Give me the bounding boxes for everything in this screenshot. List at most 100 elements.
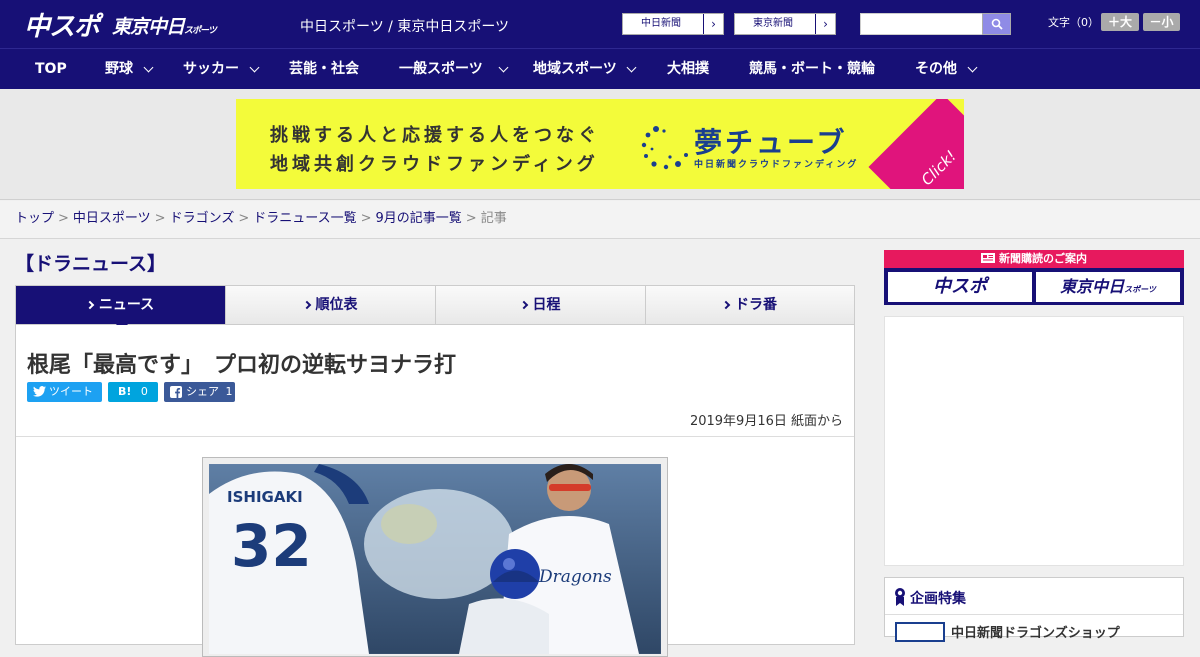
- divider: [16, 436, 854, 437]
- facebook-share-button[interactable]: シェア 1: [164, 382, 235, 402]
- nav-item-racing[interactable]: 競馬・ボート・競輪: [749, 49, 875, 89]
- article: 根尾「最高です」 プロ初の逆転サヨナラ打 ツイート B! 0 シェア 1 201…: [15, 325, 855, 657]
- breadcrumb-separator: >: [58, 211, 69, 226]
- tab-label: ドラ番: [735, 297, 777, 313]
- subscription-title: 新聞購読のご案内: [884, 250, 1184, 268]
- nav-label: 芸能・社会: [289, 61, 359, 77]
- breadcrumb-separator: >: [360, 211, 372, 226]
- breadcrumb-link-news-list[interactable]: ドラニュース一覧: [253, 211, 356, 226]
- tab-news[interactable]: ニュース: [16, 286, 226, 331]
- tweet-button[interactable]: ツイート: [27, 382, 102, 402]
- subscribe-tokyo-label: 東京中日: [1060, 277, 1125, 296]
- nav-item-top[interactable]: TOP: [35, 49, 67, 89]
- banner-line-1: 挑戦する人と応援する人をつなぐ: [270, 125, 600, 146]
- jersey-name: ISHIGAKI: [227, 488, 303, 506]
- chevron-right-icon: [85, 300, 95, 310]
- search-button[interactable]: [982, 13, 1011, 35]
- chunichi-shimbun-button[interactable]: 中日新聞 ›: [622, 13, 724, 35]
- breadcrumb-separator: >: [465, 211, 477, 226]
- font-larger-button[interactable]: ＋大: [1101, 13, 1139, 31]
- section-title: 【ドラニュース】: [15, 253, 167, 275]
- tab-label: 日程: [532, 297, 561, 313]
- breadcrumb-link-dragons[interactable]: ドラゴンズ: [170, 211, 235, 226]
- celebration-photo: Dragons ISHIGAKI 32: [209, 464, 661, 654]
- tab-standings[interactable]: 順位表: [226, 286, 436, 324]
- nav-item-general-sports[interactable]: 一般スポーツ: [399, 49, 514, 89]
- chevron-right-icon: ›: [703, 14, 723, 34]
- nav-label: その他: [915, 61, 957, 77]
- article-headline: 根尾「最高です」 プロ初の逆転サヨナラ打: [27, 353, 457, 378]
- font-smaller-button[interactable]: －小: [1143, 13, 1180, 31]
- tokyo-logo-small: スポーツ: [184, 26, 217, 36]
- nav-item-sumo[interactable]: 大相撲: [667, 49, 709, 89]
- feature-title: 企画特集: [910, 591, 966, 607]
- subscription-banner[interactable]: 新聞購読のご案内 中スポ 東京中日スポーツ: [884, 250, 1184, 305]
- nav-item-soccer[interactable]: サッカー: [183, 49, 263, 89]
- nav-label: 大相撲: [667, 61, 709, 77]
- subscribe-tokyo-small: スポーツ: [1124, 285, 1156, 294]
- jersey-number: 32: [231, 512, 312, 580]
- nav-label: サッカー: [183, 61, 239, 77]
- banner-logo: 夢チューブ: [694, 126, 848, 159]
- chevron-right-icon: [519, 300, 528, 310]
- facebook-share-count: 1: [225, 385, 233, 398]
- breadcrumb-link-chuspo[interactable]: 中日スポーツ: [73, 211, 151, 226]
- tokyo-shimbun-label: 東京新聞: [753, 18, 793, 29]
- tab-label: 順位表: [315, 297, 358, 313]
- top-header: 中スポ 東京中日スポーツ 中日スポーツ / 東京中日スポーツ 中日新聞 › 東京…: [0, 0, 1200, 48]
- chevron-down-icon: [498, 49, 510, 89]
- search-icon: [991, 18, 1003, 30]
- banner-area: 挑戦する人と応援する人をつなぐ 地域共創クラウドファンディング 夢チューブ 中日…: [0, 89, 1200, 200]
- nav-item-other[interactable]: その他: [915, 49, 981, 89]
- article-photo-frame: Dragons ISHIGAKI 32: [202, 457, 668, 657]
- feature-box: 企画特集 中日新聞ドラゴンズショップ: [884, 577, 1184, 642]
- banner-click-corner: [868, 99, 964, 189]
- tokyo-shimbun-button[interactable]: 東京新聞 ›: [734, 13, 836, 35]
- chevron-down-icon: [249, 49, 261, 89]
- sidebar-ad: [884, 316, 1184, 566]
- nav-label: TOP: [35, 61, 67, 77]
- nav-label: 地域スポーツ: [533, 61, 617, 77]
- hatena-bookmark-button[interactable]: B! 0: [108, 382, 158, 402]
- chuspo-logo[interactable]: 中スポ: [24, 6, 100, 43]
- dots-icon: [641, 126, 688, 170]
- divider: [885, 614, 1183, 615]
- breadcrumb-separator: >: [154, 211, 166, 226]
- twitter-icon: [33, 386, 46, 397]
- nav-item-regional-sports[interactable]: 地域スポーツ: [533, 49, 642, 89]
- tab-dora-ban[interactable]: ドラ番: [646, 286, 854, 324]
- chevron-down-icon: [143, 49, 155, 89]
- tokyo-logo-text: 東京中日: [112, 16, 185, 38]
- search-input[interactable]: [860, 13, 984, 35]
- subscribe-chuspo[interactable]: 中スポ: [888, 272, 1032, 302]
- tab-schedule[interactable]: 日程: [436, 286, 646, 324]
- crowdfunding-banner[interactable]: 挑戦する人と応援する人をつなぐ 地域共創クラウドファンディング 夢チューブ 中日…: [236, 99, 964, 189]
- hatena-count: 0: [140, 385, 148, 398]
- site-names: 中日スポーツ / 東京中日スポーツ: [300, 19, 510, 35]
- tab-label: ニュース: [98, 297, 155, 313]
- banner-line-2: 地域共創クラウドファンディング: [270, 154, 599, 175]
- nav-item-entertainment[interactable]: 芸能・社会: [289, 49, 359, 89]
- tokyo-chunichi-logo[interactable]: 東京中日スポーツ: [112, 12, 217, 39]
- section-tabs: ニュース 順位表 日程 ドラ番: [15, 285, 855, 331]
- chevron-down-icon: [967, 49, 979, 89]
- article-photo[interactable]: Dragons ISHIGAKI 32: [209, 464, 661, 654]
- facebook-icon: [170, 386, 182, 398]
- hatena-icon: B!: [118, 385, 132, 398]
- breadcrumb-link-september[interactable]: 9月の記事一覧: [376, 211, 462, 226]
- feature-item-link[interactable]: 中日新聞ドラゴンズショップ: [951, 622, 1120, 641]
- breadcrumb-separator: >: [238, 211, 250, 226]
- newspaper-icon: [981, 253, 995, 263]
- tweet-label: ツイート: [49, 385, 93, 398]
- breadcrumb: トップ > 中日スポーツ > ドラゴンズ > ドラニュース一覧 >9月の記事一覧 > 記事: [0, 201, 1200, 239]
- feature-thumbnail[interactable]: [895, 622, 945, 642]
- chevron-down-icon: [626, 49, 638, 89]
- chunichi-shimbun-label: 中日新聞: [641, 18, 681, 29]
- nav-label: 競馬・ボート・競輪: [749, 61, 875, 77]
- nav-item-baseball[interactable]: 野球: [105, 49, 157, 89]
- chevron-right-icon: [302, 300, 311, 310]
- breadcrumb-link-top[interactable]: トップ: [15, 211, 54, 226]
- facebook-share-label: シェア: [186, 385, 219, 398]
- subscription-title-text: 新聞購読のご案内: [999, 252, 1087, 265]
- subscribe-tokyo-chunichi[interactable]: 東京中日スポーツ: [1036, 272, 1180, 302]
